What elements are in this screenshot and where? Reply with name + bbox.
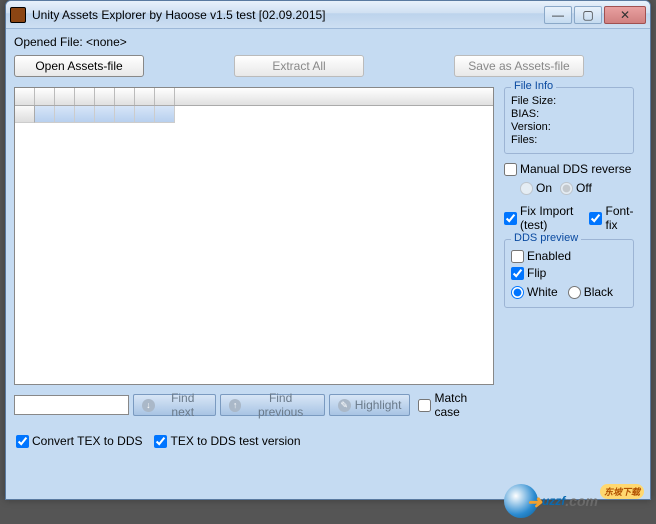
- files-label: Files:: [511, 134, 627, 146]
- dds-preview-group: DDS preview Enabled Flip White Black: [504, 239, 634, 308]
- search-input[interactable]: [14, 395, 129, 415]
- search-bar: ↓Find next ↑Find previous ✎Highlight Mat…: [14, 391, 494, 419]
- watermark-orb-icon: [504, 484, 538, 518]
- client-area: Opened File: <none> Open Assets-file Ext…: [6, 29, 650, 463]
- extract-all-button[interactable]: Extract All: [234, 55, 364, 77]
- file-size-label: File Size:: [511, 95, 627, 107]
- highlight-icon: ✎: [338, 399, 351, 412]
- right-column: File Info File Size: BIAS: Version: File…: [504, 87, 634, 419]
- save-as-button[interactable]: Save as Assets-file: [454, 55, 584, 77]
- window-buttons: — ▢ ✕: [544, 6, 646, 24]
- manual-dds-checkbox[interactable]: Manual DDS reverse: [504, 162, 634, 176]
- watermark: uzzf.com 东坡下载: [504, 484, 644, 518]
- manual-dds-off-radio[interactable]: Off: [560, 181, 592, 195]
- close-button[interactable]: ✕: [604, 6, 646, 24]
- convert-tex-checkbox[interactable]: Convert TEX to DDS: [16, 434, 142, 448]
- maximize-button[interactable]: ▢: [574, 6, 602, 24]
- left-column: ↓Find next ↑Find previous ✎Highlight Mat…: [14, 87, 494, 419]
- dds-white-radio[interactable]: White: [511, 285, 558, 299]
- window-title: Unity Assets Explorer by Haoose v1.5 tes…: [32, 8, 544, 22]
- grid-row[interactable]: [15, 106, 493, 123]
- tex-test-checkbox[interactable]: TEX to DDS test version: [154, 434, 300, 448]
- manual-dds-on-radio[interactable]: On: [520, 181, 552, 195]
- version-label: Version:: [511, 121, 627, 133]
- dds-black-radio[interactable]: Black: [568, 285, 613, 299]
- arrow-down-icon: ↓: [142, 399, 155, 412]
- find-next-button[interactable]: ↓Find next: [133, 394, 216, 416]
- grid-header[interactable]: [15, 88, 493, 106]
- fix-import-checkbox[interactable]: Fix Import (test): [504, 204, 583, 232]
- top-button-row: Open Assets-file Extract All Save as Ass…: [14, 55, 642, 77]
- minimize-button[interactable]: —: [544, 6, 572, 24]
- highlight-button[interactable]: ✎Highlight: [329, 394, 411, 416]
- match-case-checkbox[interactable]: Match case: [418, 391, 494, 419]
- dds-flip-checkbox[interactable]: Flip: [511, 266, 627, 280]
- titlebar[interactable]: Unity Assets Explorer by Haoose v1.5 tes…: [6, 1, 650, 29]
- font-fix-checkbox[interactable]: Font-fix: [589, 204, 634, 232]
- app-window: Unity Assets Explorer by Haoose v1.5 tes…: [5, 0, 651, 500]
- opened-file-label: Opened File: <none>: [14, 35, 642, 49]
- dds-preview-legend: DDS preview: [511, 232, 581, 244]
- watermark-badge: 东坡下载: [600, 484, 644, 499]
- file-info-legend: File Info: [511, 80, 556, 92]
- bias-label: BIAS:: [511, 108, 627, 120]
- app-icon: [10, 7, 26, 23]
- open-assets-button[interactable]: Open Assets-file: [14, 55, 144, 77]
- arrow-up-icon: ↑: [229, 399, 242, 412]
- find-prev-button[interactable]: ↑Find previous: [220, 394, 325, 416]
- file-info-group: File Info File Size: BIAS: Version: File…: [504, 87, 634, 154]
- assets-grid[interactable]: [14, 87, 494, 385]
- bottom-checks: Convert TEX to DDS TEX to DDS test versi…: [14, 425, 642, 457]
- dds-enabled-checkbox[interactable]: Enabled: [511, 249, 627, 263]
